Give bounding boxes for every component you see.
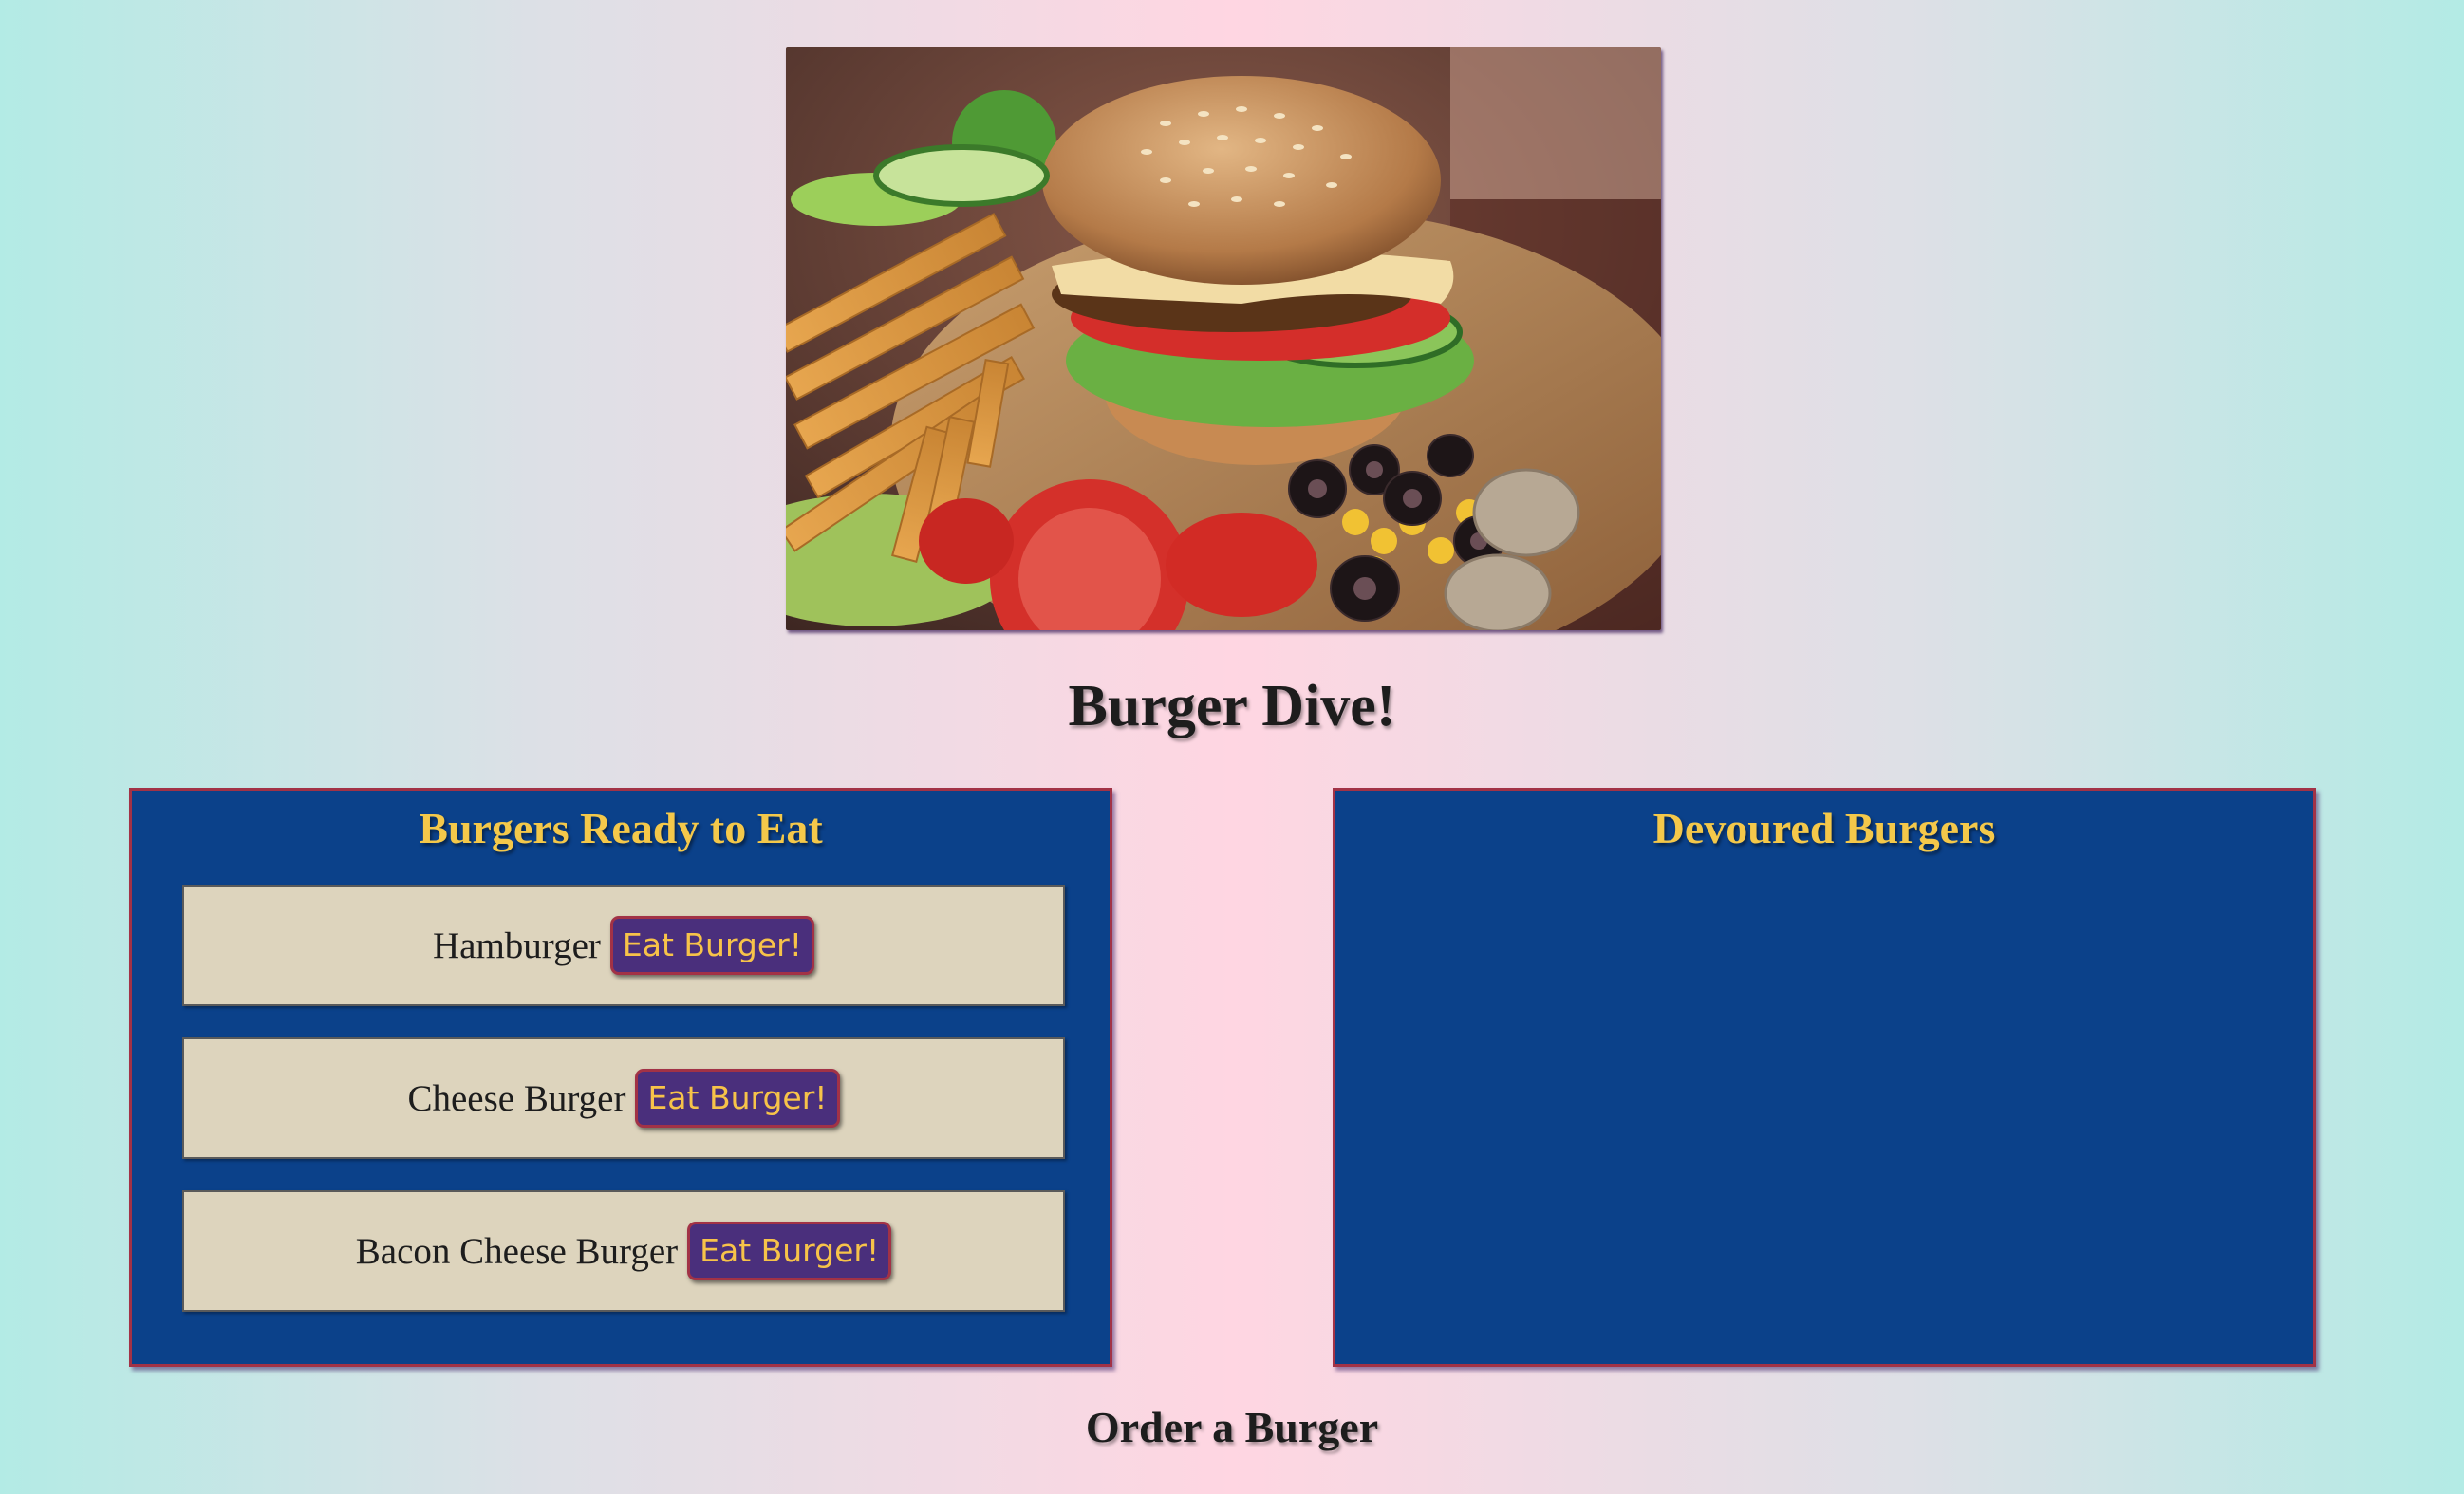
order-burger-heading: Order a Burger: [1085, 1403, 1379, 1451]
devoured-burgers-title: Devoured Burgers: [1652, 804, 1996, 852]
devoured-burgers-panel: Devoured Burgers: [1333, 788, 2316, 1367]
eat-burger-button[interactable]: Eat Burger!: [609, 916, 814, 975]
burger-item-hamburger: Hamburger Eat Burger!: [182, 885, 1065, 1006]
burger-name: Bacon Cheese Burger: [355, 1230, 679, 1272]
eat-burger-button[interactable]: Eat Burger!: [687, 1222, 892, 1280]
ready-burgers-list: Hamburger Eat Burger! Cheese Burger Eat …: [182, 885, 1065, 1343]
burger-name: Hamburger: [433, 924, 601, 966]
burger-photo-illustration: [786, 47, 1661, 630]
burger-item-cheese-burger: Cheese Burger Eat Burger!: [182, 1037, 1065, 1159]
ready-burgers-panel: Burgers Ready to Eat Hamburger Eat Burge…: [129, 788, 1112, 1367]
burger-name: Cheese Burger: [407, 1077, 626, 1119]
eat-burger-button[interactable]: Eat Burger!: [635, 1069, 840, 1128]
ready-burgers-title: Burgers Ready to Eat: [419, 804, 823, 852]
page-title: Burger Dive!: [1068, 674, 1396, 738]
hero-burger-image: [786, 47, 1661, 630]
burger-item-bacon-cheese-burger: Bacon Cheese Burger Eat Burger!: [182, 1190, 1065, 1312]
